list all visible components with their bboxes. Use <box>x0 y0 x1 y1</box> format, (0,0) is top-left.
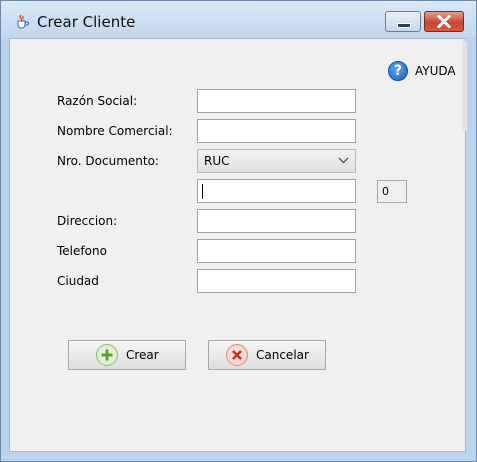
nombre-comercial-field-box <box>197 119 356 143</box>
window-title: Crear Cliente <box>37 13 136 31</box>
chevron-down-icon <box>338 157 349 164</box>
help-icon: ? <box>388 61 408 81</box>
minimize-button[interactable] <box>385 11 421 32</box>
documento-numero-field-box <box>197 179 356 203</box>
documento-tipo-value: RUC <box>204 154 230 168</box>
close-button[interactable] <box>424 11 464 32</box>
ciudad-label: Ciudad <box>57 274 99 288</box>
cancel-icon <box>226 344 248 366</box>
razon-social-field-box <box>197 89 356 113</box>
text-caret <box>202 184 203 199</box>
edge-strip <box>462 41 467 131</box>
help-button[interactable]: ? AYUDA <box>388 60 456 82</box>
telefono-field-box <box>197 239 356 263</box>
telefono-label: Telefono <box>57 244 107 258</box>
direccion-field-box <box>197 209 356 233</box>
title-bar[interactable]: Crear Cliente <box>1 1 476 37</box>
telefono-input[interactable] <box>198 240 355 262</box>
minimize-icon <box>397 23 411 28</box>
crear-button[interactable]: Crear <box>68 340 186 370</box>
razon-social-label: Razón Social: <box>57 94 138 108</box>
ciudad-input[interactable] <box>198 270 355 292</box>
direccion-input[interactable] <box>198 210 355 232</box>
cancelar-label: Cancelar <box>256 348 309 362</box>
close-icon <box>437 15 451 28</box>
documento-length-counter: 0 <box>377 180 407 203</box>
cancelar-button[interactable]: Cancelar <box>208 340 326 370</box>
documento-tipo-select[interactable]: RUC <box>197 149 356 173</box>
plus-icon <box>96 344 118 366</box>
nombre-comercial-input[interactable] <box>198 120 355 142</box>
java-cup-icon <box>14 13 30 29</box>
nro-documento-label: Nro. Documento: <box>57 154 159 168</box>
dialog-window: Crear Cliente ? AYUDA Razón Social: Nomb… <box>0 0 477 462</box>
razon-social-input[interactable] <box>198 90 355 112</box>
ciudad-field-box <box>197 269 356 293</box>
direccion-label: Direccion: <box>57 214 118 228</box>
nombre-comercial-label: Nombre Comercial: <box>57 124 173 138</box>
help-label: AYUDA <box>415 64 456 78</box>
documento-numero-input[interactable] <box>198 180 355 202</box>
crear-label: Crear <box>126 348 159 362</box>
